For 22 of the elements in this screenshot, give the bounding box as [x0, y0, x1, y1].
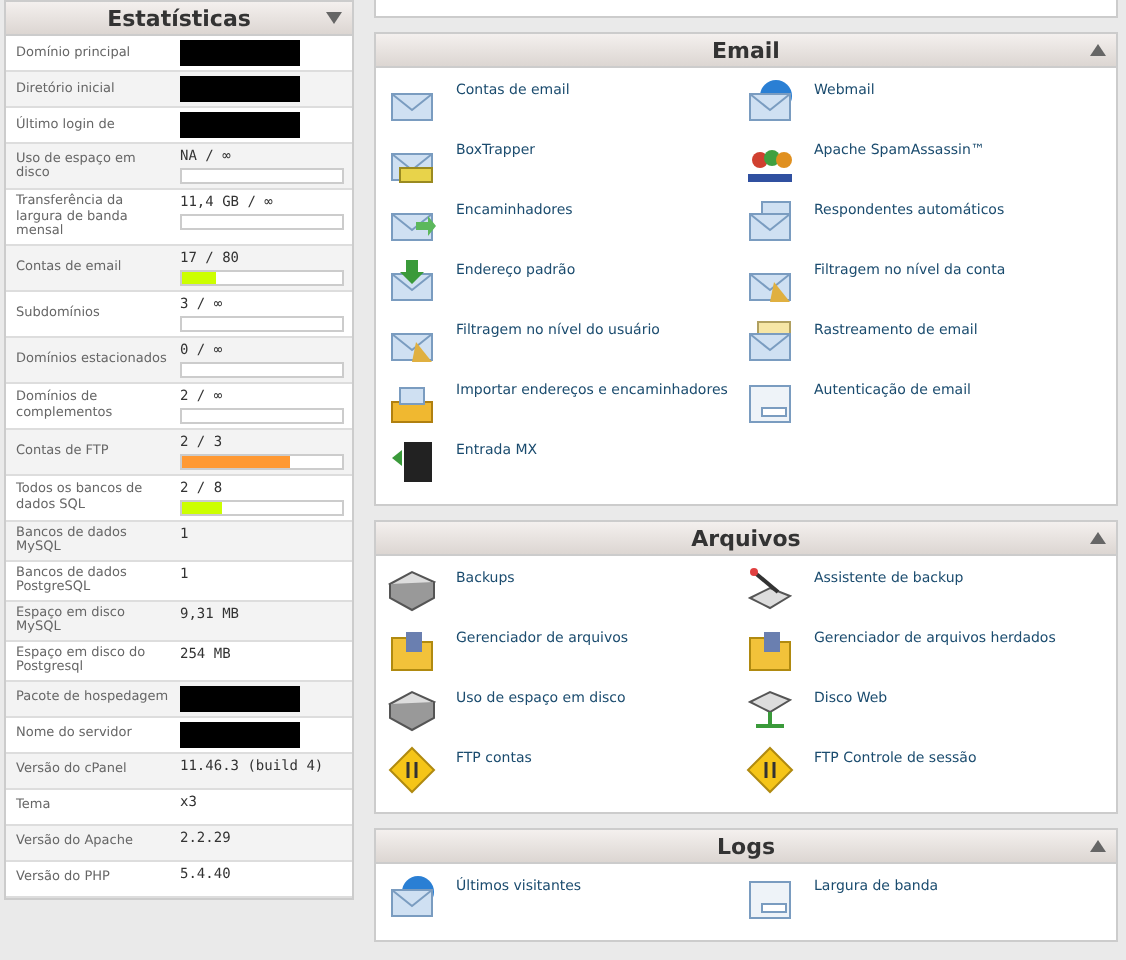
- folder-icon: [746, 626, 794, 674]
- panel-title: Logs: [717, 833, 775, 859]
- speech-envelope-icon: [746, 198, 794, 246]
- hard-drive-icon: [388, 686, 436, 734]
- collapse-icon[interactable]: [326, 12, 342, 24]
- panel-title: Estatísticas: [107, 5, 251, 31]
- network-drive-icon: [746, 686, 794, 734]
- folder-icon: [388, 626, 436, 674]
- panel-title: Arquivos: [691, 525, 801, 551]
- collapse-icon[interactable]: [1090, 840, 1106, 852]
- warning-sign-icon: [388, 746, 436, 794]
- envelope-download-icon: [388, 258, 436, 306]
- panel-title: Email: [712, 37, 780, 63]
- globe-envelope-icon: [746, 78, 794, 126]
- document-envelope-icon: [746, 318, 794, 366]
- warning-sign-icon: [746, 746, 794, 794]
- collapse-icon[interactable]: [1090, 44, 1106, 56]
- globe-envelope-icon: [388, 874, 436, 922]
- hard-drive-icon: [388, 566, 436, 614]
- server-icon: [388, 438, 436, 486]
- wand-drive-icon: [746, 566, 794, 614]
- collapse-icon[interactable]: [1090, 532, 1106, 544]
